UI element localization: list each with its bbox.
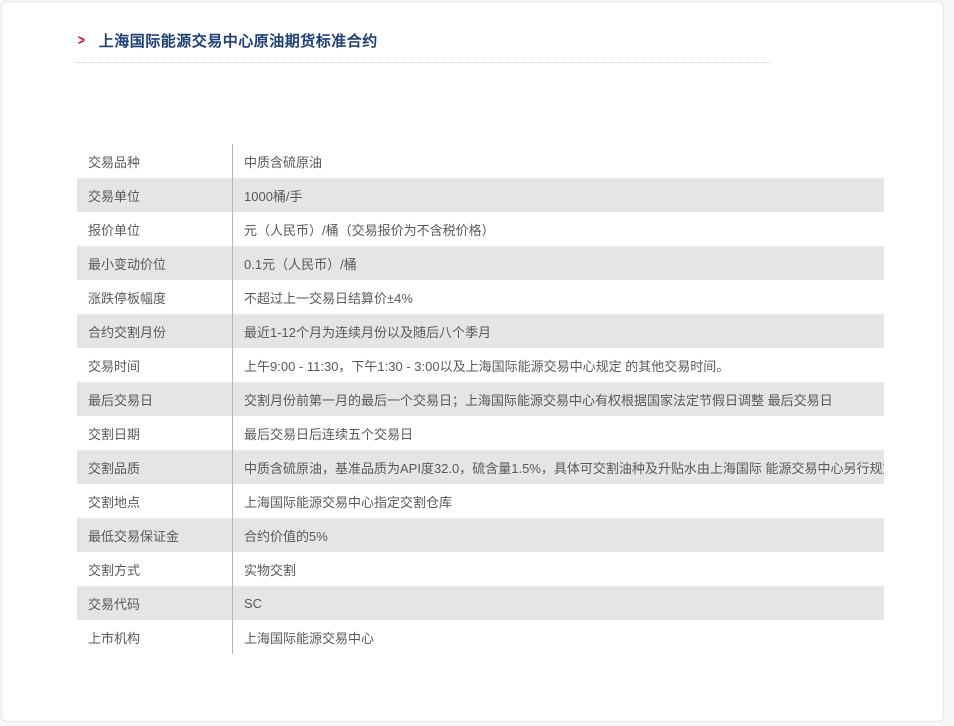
row-label: 交割品质 — [77, 458, 232, 477]
table-row: 最小变动价位 0.1元（人民币）/桶 — [77, 246, 884, 280]
row-value: 元（人民币）/桶（交易报价为不含税价格） — [232, 220, 884, 239]
content-card: > 上海国际能源交易中心原油期货标准合约 交易品种 中质含硫原油 交易单位 10… — [1, 1, 944, 722]
column-divider — [232, 144, 233, 654]
row-label: 交易品种 — [77, 152, 232, 171]
row-label: 上市机构 — [77, 628, 232, 647]
row-label: 最小变动价位 — [77, 254, 232, 273]
dotted-divider — [77, 62, 770, 63]
row-value: 1000桶/手 — [232, 186, 884, 205]
table-row: 交割方式 实物交割 — [77, 552, 884, 586]
row-value: 0.1元（人民币）/桶 — [232, 254, 884, 273]
row-label: 交易代码 — [77, 594, 232, 613]
table-row: 涨跌停板幅度 不超过上一交易日结算价±4% — [77, 280, 884, 314]
row-label: 最低交易保证金 — [77, 526, 232, 545]
table-row: 交易代码 SC — [77, 586, 884, 620]
row-value: 上海国际能源交易中心 — [232, 628, 884, 647]
table-row: 交易单位 1000桶/手 — [77, 178, 884, 212]
row-value: 交割月份前第一月的最后一个交易日；上海国际能源交易中心有权根据国家法定节假日调整… — [232, 390, 884, 409]
row-value: 合约价值的5% — [232, 526, 884, 545]
row-label: 交割地点 — [77, 492, 232, 511]
table-row: 交割日期 最后交易日后连续五个交易日 — [77, 416, 884, 450]
contract-spec-table: 交易品种 中质含硫原油 交易单位 1000桶/手 报价单位 元（人民币）/桶（交… — [77, 144, 884, 654]
page-title: 上海国际能源交易中心原油期货标准合约 — [99, 30, 378, 51]
row-value: 实物交割 — [232, 560, 884, 579]
table-row: 交易时间 上午9:00 - 11:30，下午1:30 - 3:00以及上海国际能… — [77, 348, 884, 382]
table-row: 合约交割月份 最近1-12个月为连续月份以及随后八个季月 — [77, 314, 884, 348]
row-value: 中质含硫原油，基准品质为API度32.0，硫含量1.5%，具体可交割油种及升贴水… — [232, 458, 884, 477]
row-value: SC — [232, 596, 884, 611]
row-label: 交割方式 — [77, 560, 232, 579]
row-value: 最近1-12个月为连续月份以及随后八个季月 — [232, 322, 884, 341]
row-label: 交易单位 — [77, 186, 232, 205]
row-label: 交易时间 — [77, 356, 232, 375]
table-row: 最后交易日 交割月份前第一月的最后一个交易日；上海国际能源交易中心有权根据国家法… — [77, 382, 884, 416]
table-row: 报价单位 元（人民币）/桶（交易报价为不含税价格） — [77, 212, 884, 246]
row-value: 中质含硫原油 — [232, 152, 884, 171]
table-row: 交易品种 中质含硫原油 — [77, 144, 884, 178]
table-row: 交割品质 中质含硫原油，基准品质为API度32.0，硫含量1.5%，具体可交割油… — [77, 450, 884, 484]
table-row: 上市机构 上海国际能源交易中心 — [77, 620, 884, 654]
table-rows: 交易品种 中质含硫原油 交易单位 1000桶/手 报价单位 元（人民币）/桶（交… — [77, 144, 884, 654]
row-value: 上海国际能源交易中心指定交割仓库 — [232, 492, 884, 511]
row-label: 涨跌停板幅度 — [77, 288, 232, 307]
row-label: 交割日期 — [77, 424, 232, 443]
row-value: 不超过上一交易日结算价±4% — [232, 288, 884, 307]
row-value: 最后交易日后连续五个交易日 — [232, 424, 884, 443]
row-value: 上午9:00 - 11:30，下午1:30 - 3:00以及上海国际能源交易中心… — [232, 356, 884, 375]
row-label: 最后交易日 — [77, 390, 232, 409]
table-row: 最低交易保证金 合约价值的5% — [77, 518, 884, 552]
row-label: 合约交割月份 — [77, 322, 232, 341]
table-row: 交割地点 上海国际能源交易中心指定交割仓库 — [77, 484, 884, 518]
chevron-right-icon: > — [78, 33, 85, 48]
row-label: 报价单位 — [77, 220, 232, 239]
page-header: > 上海国际能源交易中心原油期货标准合约 — [2, 2, 943, 50]
